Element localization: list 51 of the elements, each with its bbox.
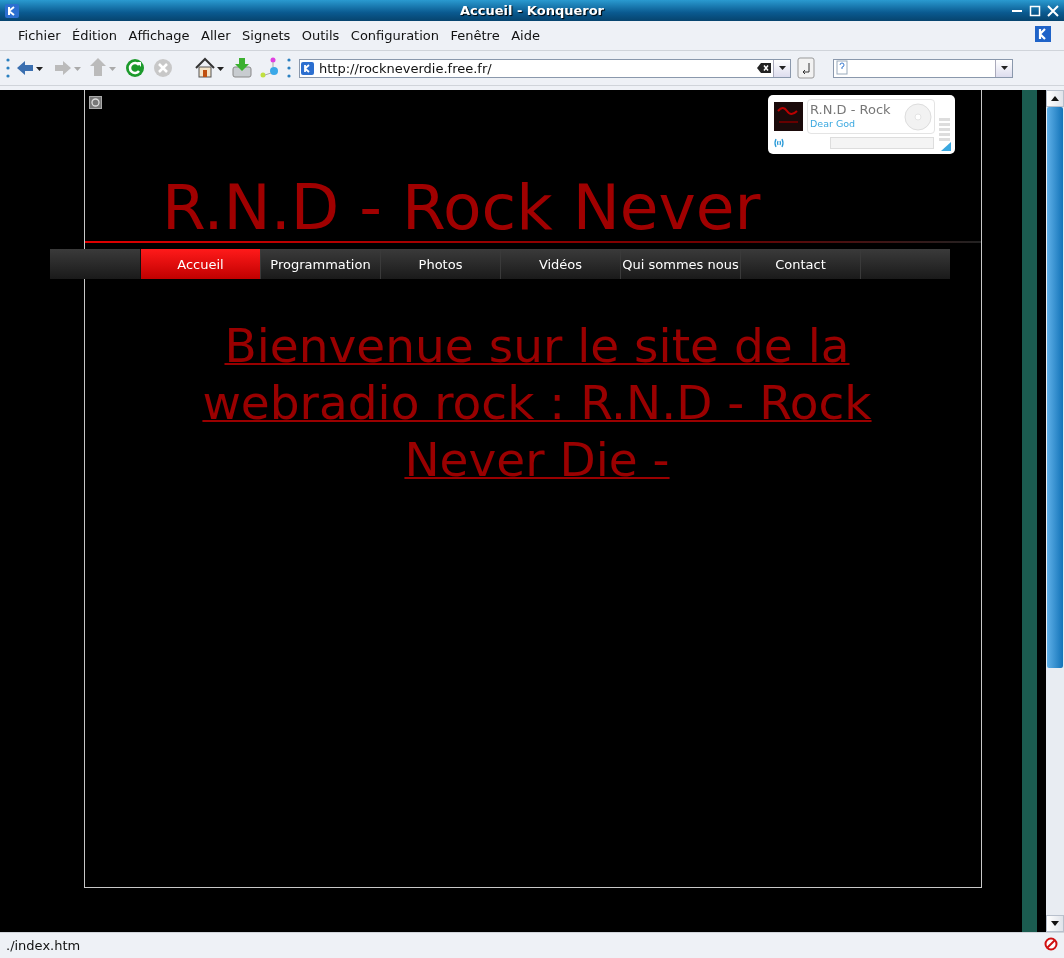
kde-logo-icon[interactable] bbox=[4, 2, 20, 19]
clear-icon[interactable] bbox=[756, 61, 773, 75]
menu-item[interactable]: Fenêtre bbox=[450, 28, 500, 43]
nav-tab[interactable]: Qui sommes nous bbox=[621, 249, 741, 279]
scroll-up-button[interactable] bbox=[1046, 90, 1064, 107]
nav-tab[interactable]: Accueil bbox=[141, 249, 261, 279]
resize-corner-icon[interactable] bbox=[941, 142, 951, 151]
reload-icon[interactable] bbox=[124, 57, 146, 79]
scroll-down-button[interactable] bbox=[1046, 915, 1064, 932]
caret-icon bbox=[999, 64, 1009, 72]
site-heading: R.N.D - Rock Never bbox=[162, 170, 761, 246]
nav-tab[interactable]: Photos bbox=[381, 249, 501, 279]
station-name: R.N.D - Rock bbox=[810, 102, 891, 117]
kde-logo-icon bbox=[300, 60, 315, 76]
menu-item[interactable]: Outils bbox=[301, 28, 340, 43]
menu-item[interactable]: Édition bbox=[72, 28, 117, 43]
kde-logo-icon[interactable] bbox=[1034, 24, 1052, 43]
dropdown-button[interactable] bbox=[773, 59, 790, 77]
signal-icon bbox=[773, 138, 785, 148]
disc-icon bbox=[904, 103, 932, 131]
menu-item[interactable]: Affichage bbox=[128, 28, 190, 43]
menu-item[interactable]: Signets bbox=[242, 28, 291, 43]
nav-tab[interactable]: Contact bbox=[741, 249, 861, 279]
dropdown-button[interactable] bbox=[995, 59, 1012, 77]
nav-tab[interactable]: Vidéos bbox=[501, 249, 621, 279]
maximize-icon[interactable] bbox=[1028, 3, 1042, 18]
blocked-icon bbox=[1044, 936, 1058, 951]
caret-icon bbox=[777, 64, 787, 72]
go-icon[interactable] bbox=[797, 57, 815, 79]
close-icon[interactable] bbox=[1046, 3, 1060, 18]
toolbar-handle-icon[interactable] bbox=[287, 57, 291, 79]
help-icon bbox=[834, 60, 850, 76]
window-title: Accueil - Konqueror bbox=[459, 3, 605, 18]
search-field[interactable] bbox=[833, 58, 1013, 78]
toolbar-handle-icon[interactable] bbox=[6, 57, 10, 79]
status-text: ./index.htm bbox=[6, 937, 81, 953]
nav-tab[interactable]: Programmation bbox=[261, 249, 381, 279]
welcome-text: Bienvenue sur le site de la webradio rock : R.N.D - Rock Never Die - bbox=[201, 317, 873, 488]
broken-image-icon bbox=[89, 96, 102, 109]
download-icon[interactable] bbox=[231, 57, 253, 79]
menu-item[interactable]: Aide bbox=[511, 28, 540, 43]
scrollbar-thumb[interactable] bbox=[1047, 107, 1063, 668]
network-icon[interactable] bbox=[259, 57, 281, 79]
track-title: Dear God bbox=[810, 118, 856, 129]
url-field[interactable]: http://rockneverdie.free.fr/ bbox=[299, 58, 791, 78]
menu-item[interactable]: Fichier bbox=[18, 28, 61, 43]
home-icon[interactable] bbox=[194, 57, 225, 79]
menu-item[interactable]: Aller bbox=[201, 28, 231, 43]
down-arrow-icon bbox=[1051, 921, 1059, 926]
menu-item[interactable]: Configuration bbox=[350, 28, 439, 43]
up-arrow-icon bbox=[1051, 96, 1059, 101]
